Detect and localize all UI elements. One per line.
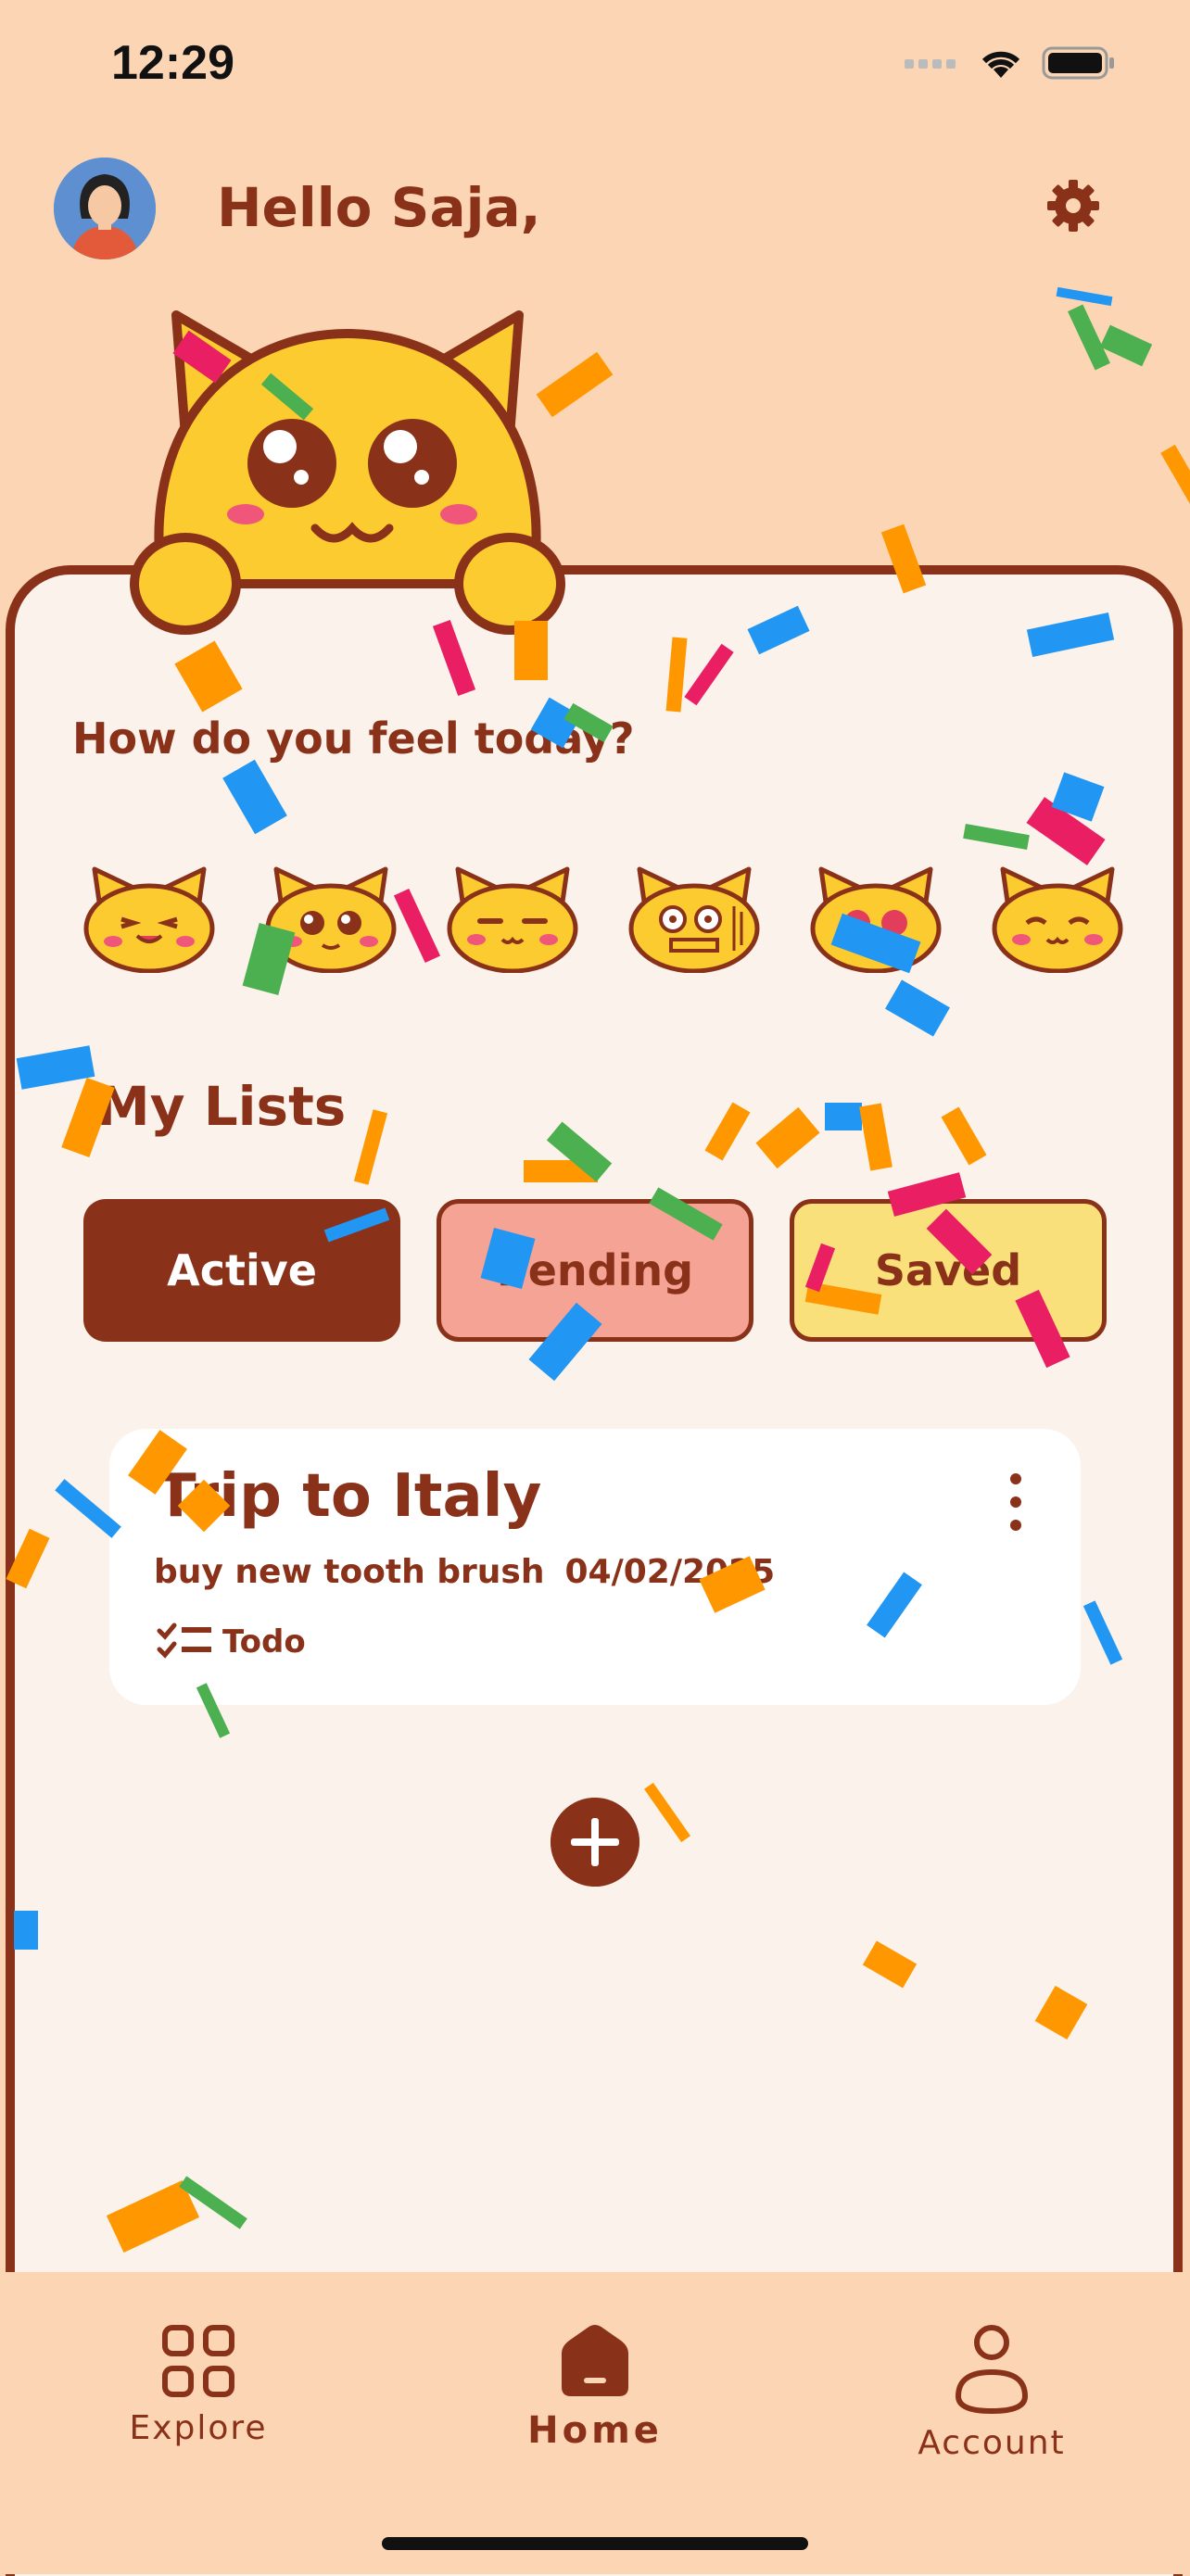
more-options-icon[interactable] <box>997 1470 1034 1534</box>
mascot-cat-icon <box>130 310 565 635</box>
grid-icon <box>162 2325 234 2397</box>
unimpressed-cat-icon[interactable] <box>443 862 582 973</box>
list-item[interactable]: Trip to Italy buy new tooth brush 04/02/… <box>109 1429 1081 1705</box>
list-item-tag-label: Todo <box>222 1623 306 1661</box>
home-icon <box>562 2325 628 2396</box>
list-item-task: buy new tooth brush <box>154 1553 545 1591</box>
blushing-cat-icon[interactable] <box>806 862 945 973</box>
list-item-details: buy new tooth brush 04/02/2025 <box>154 1553 775 1591</box>
home-indicator <box>382 2537 808 2550</box>
add-list-button[interactable] <box>551 1798 639 1887</box>
tab-active[interactable]: Active <box>83 1199 400 1342</box>
mood-question: How do you feel today? <box>72 713 635 764</box>
greeting-text: Hello Saja, <box>217 176 541 239</box>
bottom-nav: Explore Home Account <box>0 2272 1190 2574</box>
amazed-cat-icon[interactable] <box>261 862 400 973</box>
list-item-tag: Todo <box>156 1622 306 1662</box>
battery-icon <box>1042 46 1114 80</box>
tab-saved[interactable]: Saved <box>790 1199 1107 1342</box>
lists-heading: My Lists <box>96 1075 347 1138</box>
tab-pending[interactable]: Pending <box>437 1199 753 1342</box>
header: Hello Saja, <box>0 148 1190 269</box>
playful-cat-icon[interactable] <box>80 862 219 973</box>
wifi-icon <box>981 51 1020 78</box>
nav-explore-label: Explore <box>129 2409 268 2447</box>
nav-account-label: Account <box>918 2424 1066 2462</box>
person-icon <box>955 2325 1029 2415</box>
mood-selector <box>80 862 1127 973</box>
nav-account[interactable]: Account <box>871 2322 1112 2462</box>
signal-icon <box>905 59 956 69</box>
list-filter-tabs: Active Pending Saved <box>83 1199 1107 1342</box>
nav-home[interactable]: Home <box>475 2322 715 2452</box>
user-avatar-icon[interactable] <box>54 158 156 259</box>
status-time: 12:29 <box>111 36 234 90</box>
nav-explore[interactable]: Explore <box>78 2322 319 2447</box>
list-item-title: Trip to Italy <box>156 1462 542 1531</box>
nav-home-label: Home <box>527 2409 663 2452</box>
pleased-cat-icon[interactable] <box>988 862 1127 973</box>
status-bar: 12:29 <box>0 0 1190 130</box>
status-icons <box>905 44 1116 82</box>
list-item-date: 04/02/2025 <box>564 1553 776 1591</box>
checklist-icon <box>157 1623 211 1659</box>
gear-icon[interactable] <box>1044 176 1103 235</box>
anxious-cat-icon[interactable] <box>625 862 764 973</box>
